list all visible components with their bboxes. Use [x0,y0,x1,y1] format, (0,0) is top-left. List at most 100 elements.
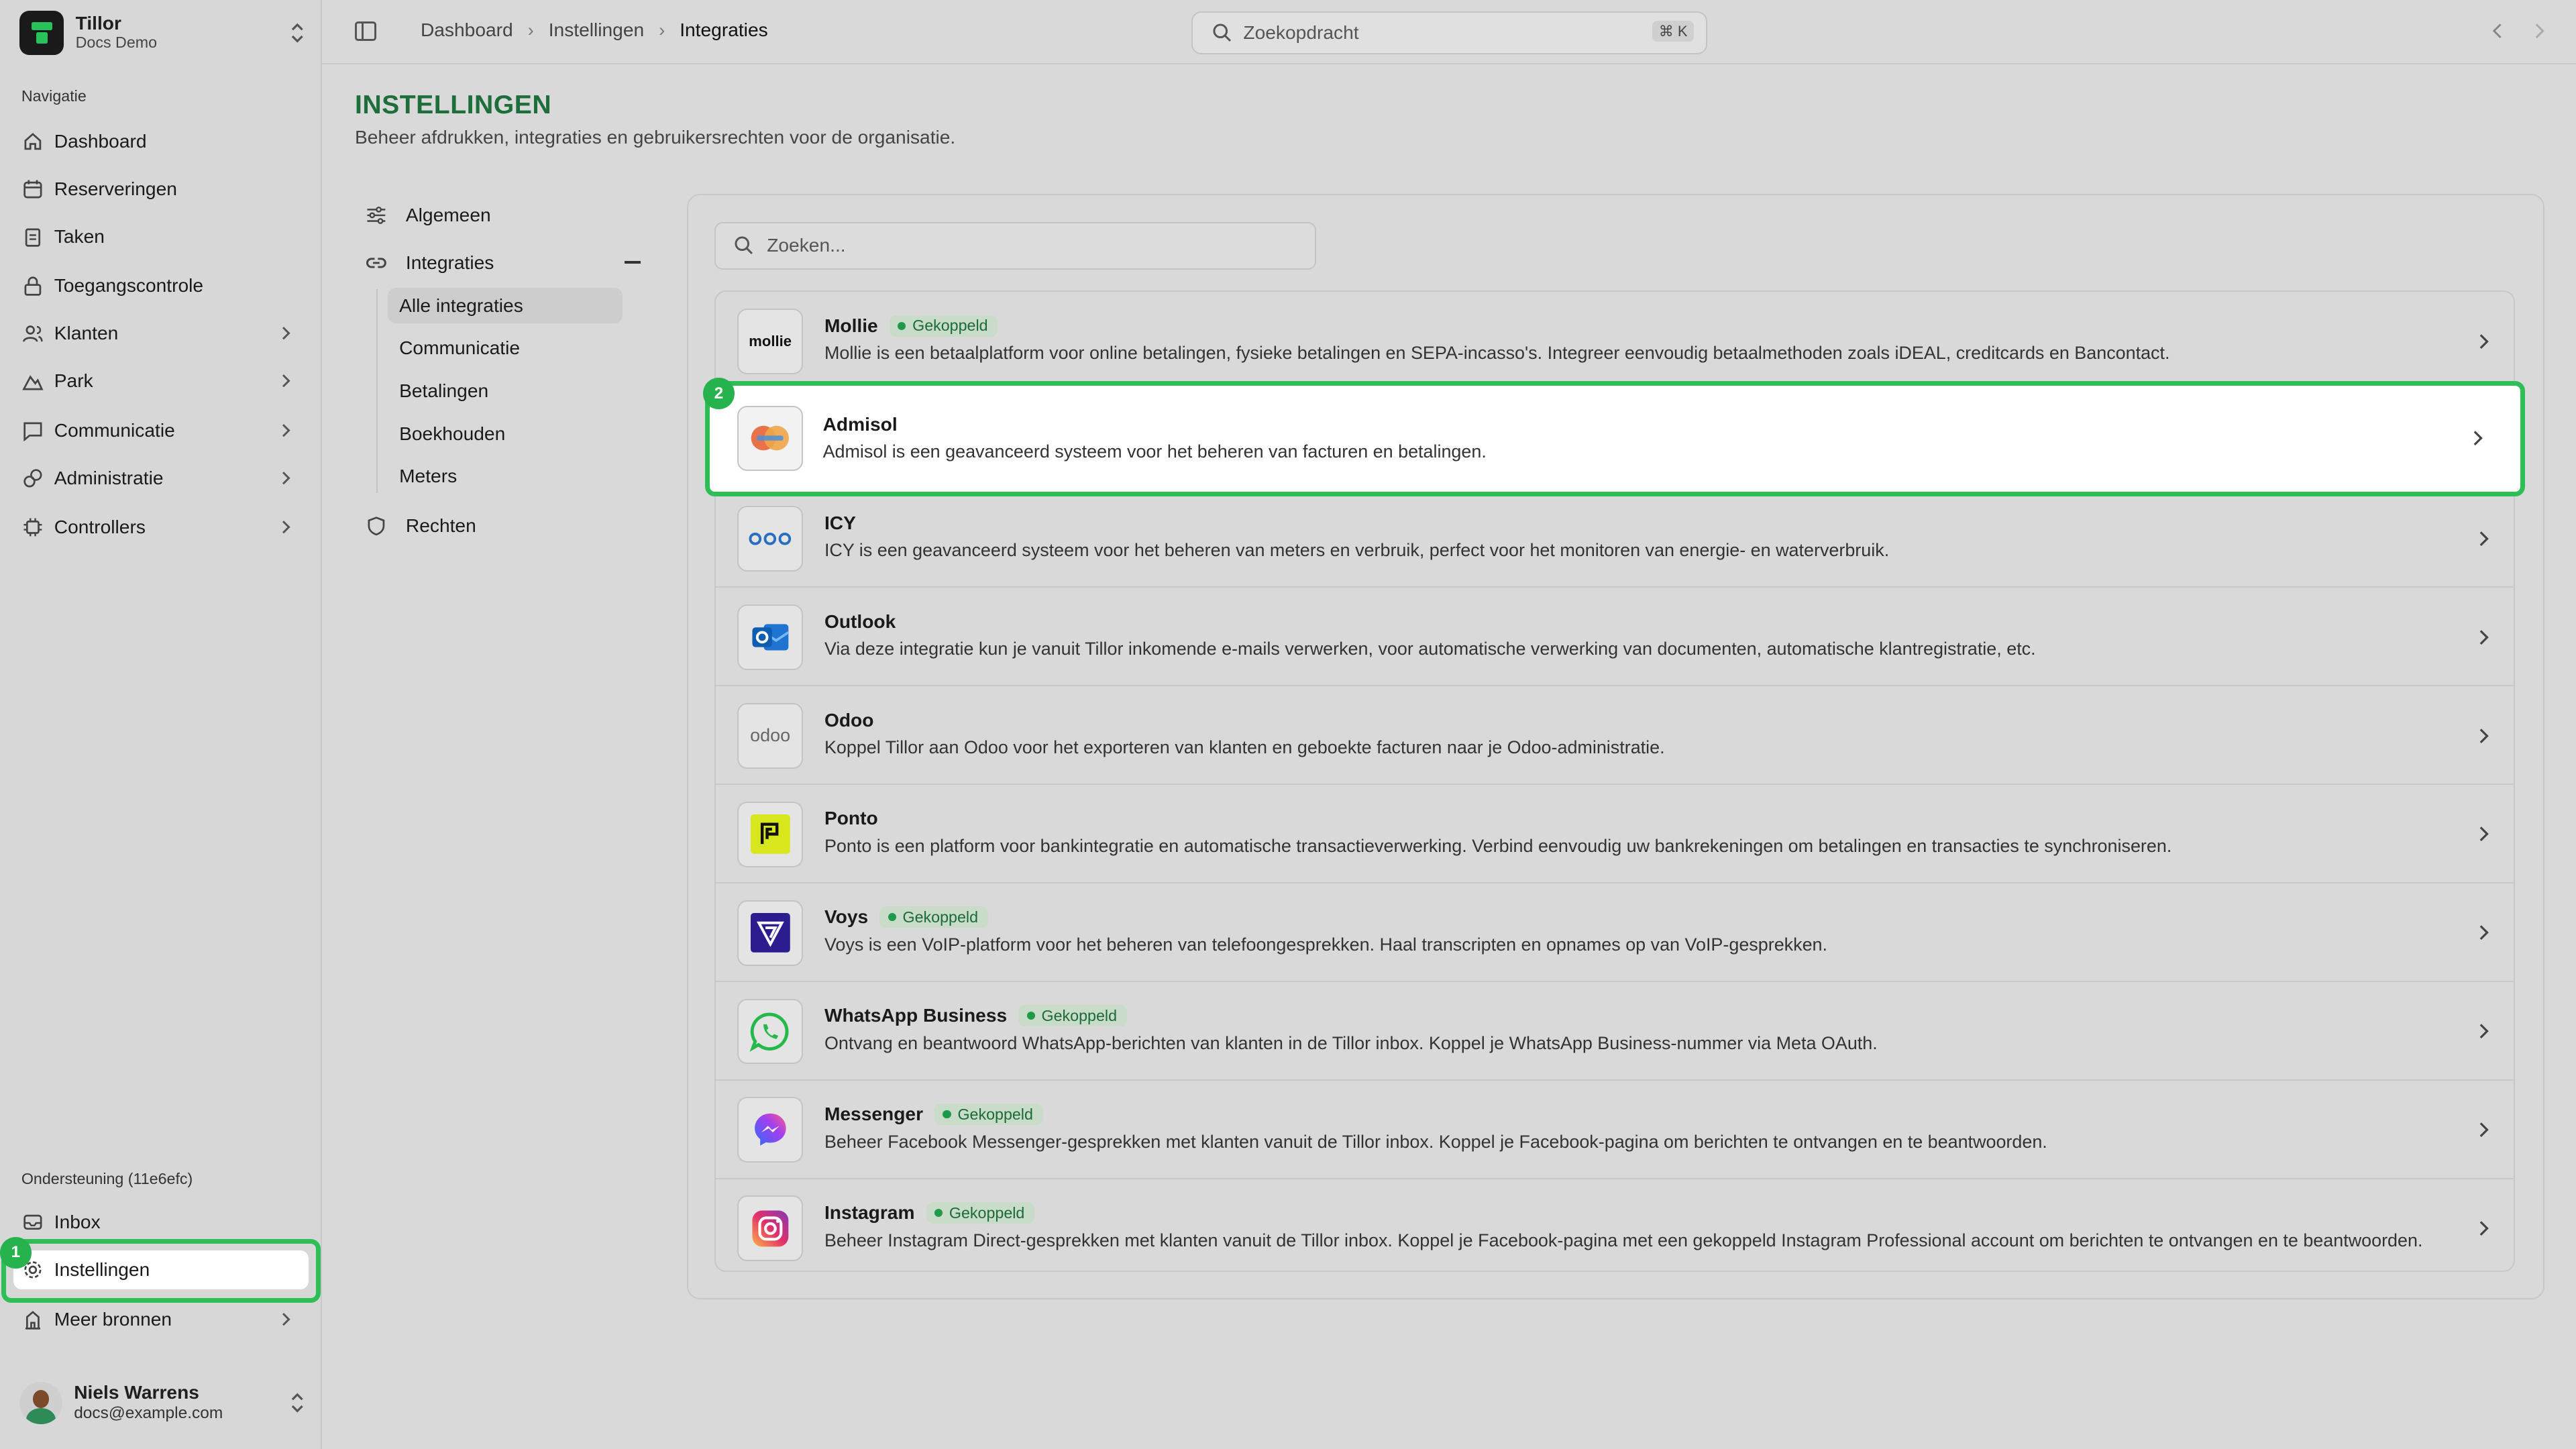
outlook-logo [737,604,804,670]
calendar-icon [21,177,44,200]
back-icon[interactable] [2487,19,2507,42]
sidebar-item-label: Inbox [54,1212,101,1233]
integration-row-voys[interactable]: Voys Gekoppeld Voys is een VoIP-platform … [716,883,2514,983]
sidebar-item-dashboard[interactable]: Dashboard [13,121,309,161]
integration-row-instagram[interactable]: Instagram Gekoppeld Beheer Instagram Dire… [716,1179,2514,1271]
integration-description: Beheer Instagram Direct-gesprekken met k… [824,1230,2423,1250]
chevron-right-icon [2474,1217,2493,1240]
settings-subnav-alle-integraties[interactable]: Alle integraties [387,287,623,324]
sidebar-item-label: Park [54,370,93,392]
integration-row-odoo[interactable]: odoo Odoo Koppel Tillor aan Odoo voor he… [716,686,2514,786]
integration-description: Voys is een VoIP-platform voor het beher… [824,934,1828,955]
sidebar-item-label: Taken [54,225,105,247]
sidebar-item-reserveringen[interactable]: Reserveringen [13,169,309,209]
chevron-right-icon [2474,724,2493,747]
integration-description: Koppel Tillor aan Odoo voor het exporter… [824,737,1665,758]
sidebar-item-klanten[interactable]: Klanten [13,314,309,354]
integration-description: Admisol is een geavanceerd systeem voor … [822,441,1487,462]
sidebar-item-communicatie[interactable]: Communicatie [13,411,309,450]
integration-row-whatsapp-business[interactable]: WhatsApp Business Gekoppeld Ontvang en be… [716,982,2514,1081]
whatsapp-logo [737,998,804,1065]
sidebar: Tillor Docs Demo Navigatie Dashboard Res… [0,0,322,1449]
page-subtitle: Beheer afdrukken, integraties en gebruik… [354,126,956,148]
settings-subnav-boekhouden[interactable]: Boekhouden [388,416,623,452]
mollie-logo: mollie [737,308,804,374]
sidebar-item-label: Communicatie [54,419,175,441]
sidebar-item-label: Reserveringen [54,178,177,199]
odoo-logo: odoo [737,702,804,769]
chevrons-updown-icon [289,21,305,44]
org-name: Tillor [75,12,121,34]
clipboard-icon [21,225,44,248]
chip-icon [21,516,44,539]
settings-subnav-meters[interactable]: Meters [388,458,623,494]
settings-subnav-betalingen[interactable]: Betalingen [388,373,623,409]
integration-description: Beheer Facebook Messenger-gesprekken met… [824,1131,2047,1152]
chevron-right-icon: › [527,19,534,40]
breadcrumb-instellingen[interactable]: Instellingen [549,19,644,41]
integration-name: Ponto [824,808,878,829]
home-icon [21,129,44,152]
integration-name: Voys [824,906,869,928]
integration-name: Outlook [824,610,896,632]
icy-logo [737,505,804,572]
coins-icon [21,467,44,490]
sidebar-item-label: Dashboard [54,130,147,152]
integration-name: Odoo [824,709,874,731]
breadcrumb-dashboard[interactable]: Dashboard [421,19,513,41]
settings-nav-integraties[interactable]: Integraties [355,252,494,274]
user-name: Niels Warrens [74,1381,199,1403]
settings-subnav-communicatie[interactable]: Communicatie [388,330,623,366]
admisol-logo [737,405,804,472]
status-badge: Gekoppeld [889,315,998,337]
integrations-search-input[interactable]: Zoeken... [714,221,1316,270]
status-badge: Gekoppeld [879,906,988,928]
breadcrumb-integraties: Integraties [680,19,768,41]
chevron-right-icon [2468,427,2487,449]
sidebar-item-inbox[interactable]: Inbox [13,1203,309,1242]
sliders-icon [365,204,388,227]
status-badge-label: Gekoppeld [912,317,988,335]
ponto-logo [737,801,804,867]
sidebar-item-toegangscontrole[interactable]: Toegangscontrole [13,266,309,306]
sidebar-item-meer-bronnen[interactable]: Meer bronnen [13,1299,309,1339]
integration-name: Messenger [824,1104,924,1125]
inbox-icon [21,1211,44,1234]
support-section-label: Ondersteuning (11e6efc) [21,1169,193,1187]
integration-row-outlook[interactable]: Outlook Via deze integratie kun je vanui… [716,588,2514,687]
integration-row-mollie[interactable]: mollie Mollie Gekoppeld Mollie is een bet… [716,292,2514,391]
integration-description: Via deze integratie kun je vanuit Tillor… [824,639,2036,659]
integration-row-ponto[interactable]: Ponto Ponto is een platform voor bankint… [716,785,2514,884]
settings-nav-algemeen[interactable]: Algemeen [355,204,491,227]
chevron-right-icon [2474,330,2493,353]
sidebar-item-controllers[interactable]: Controllers [13,508,309,547]
shortcut-hint: ⌘ K [1652,21,1695,42]
voys-logo [737,900,804,966]
chevron-right-icon [276,323,295,343]
command-search-placeholder: Zoekopdracht [1243,21,1359,43]
sidebar-toggle-icon[interactable] [354,21,376,42]
status-badge: Gekoppeld [1018,1005,1127,1027]
sidebar-item-label: Controllers [54,517,146,538]
user-menu[interactable]: Niels Warrens docs@example.com [19,1373,305,1432]
avatar [19,1381,63,1425]
settings-nav-rechten[interactable]: Rechten [355,515,476,537]
forward-icon[interactable] [2530,19,2549,42]
collapse-icon[interactable] [624,261,641,264]
messenger-logo [737,1097,804,1163]
integration-row-icy[interactable]: ICY ICY is een geavanceerd systeem voor … [716,489,2514,588]
integration-row-admisol[interactable]: Admisol Admisol is een geavanceerd syste… [704,381,2526,496]
link-icon [365,252,388,274]
sidebar-item-taken[interactable]: Taken [13,217,309,256]
sidebar-item-label: Toegangscontrole [54,275,204,297]
org-switcher[interactable]: Tillor Docs Demo [19,10,305,56]
command-search[interactable]: Zoekopdracht ⌘ K [1191,11,1707,54]
sidebar-item-administratie[interactable]: Administratie [13,458,309,498]
annotation-highlight-1 [1,1238,321,1303]
instagram-logo [737,1195,804,1262]
users-icon [21,322,44,345]
search-icon [1212,23,1232,42]
integration-row-messenger[interactable]: Messenger Gekoppeld Beheer Facebook Messe… [716,1081,2514,1179]
chevrons-updown-icon [289,1391,305,1414]
sidebar-item-park[interactable]: Park [13,362,309,401]
